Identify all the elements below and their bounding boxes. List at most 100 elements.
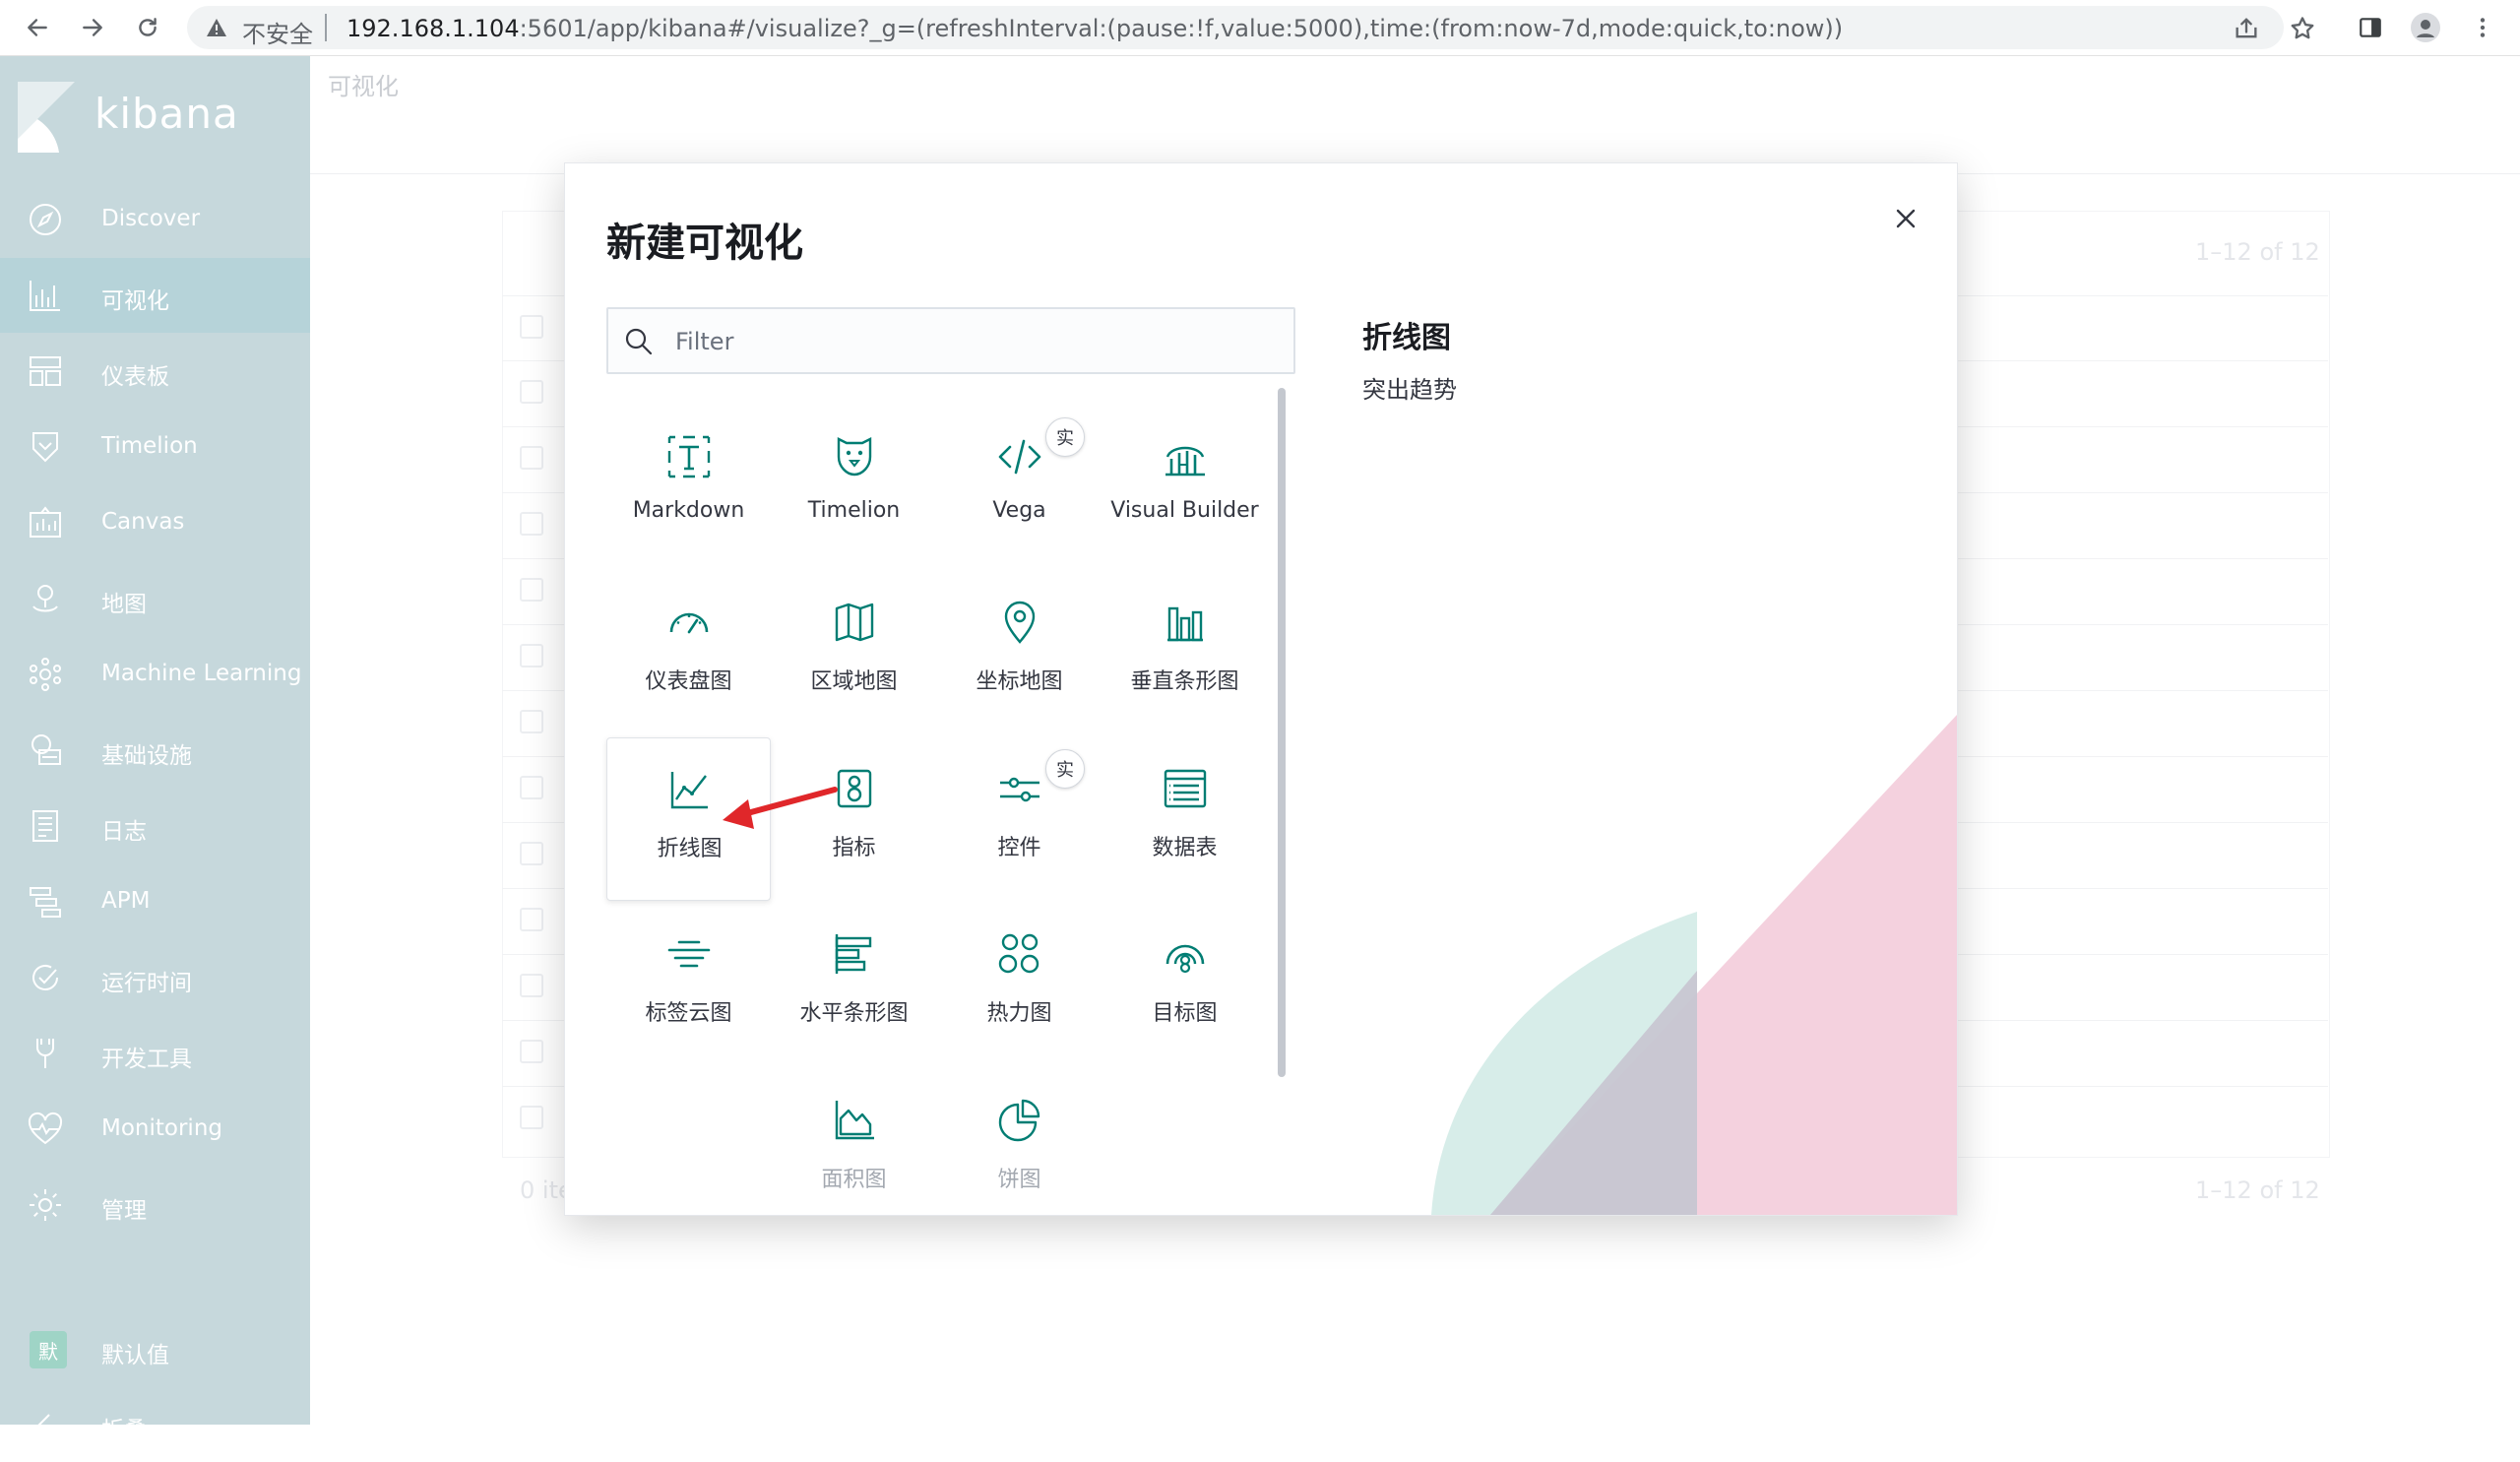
share-icon[interactable] (2233, 15, 2260, 42)
viz-type-label: 数据表 (1152, 836, 1218, 860)
viz-type-pie[interactable]: 饼图 (937, 1069, 1102, 1215)
dashboard-icon (30, 356, 61, 386)
row-checkbox[interactable] (520, 974, 543, 997)
sidebar-item-discover[interactable]: Discover (0, 182, 310, 257)
sidebar-item-maps[interactable]: 地图 (0, 561, 310, 636)
row-checkbox[interactable] (520, 380, 543, 404)
metric-icon (837, 769, 872, 808)
avatar-icon (2411, 13, 2440, 42)
timelion-icon (32, 432, 58, 463)
kibana-sidebar: kibana Discover 可视化 仪表板 Timelion Canvas … (0, 56, 310, 1443)
viz-type-label: 控件 (997, 836, 1041, 860)
viz-type-metric[interactable]: 指标 (772, 737, 936, 901)
row-checkbox[interactable] (520, 908, 543, 931)
viz-type-controls[interactable]: 实 控件 (937, 737, 1102, 901)
pie-chart-icon (998, 1099, 1040, 1142)
viz-type-visual-builder[interactable]: Visual Builder (1102, 406, 1267, 569)
row-checkbox[interactable] (520, 578, 543, 602)
bookmark-star-icon[interactable] (2289, 15, 2316, 42)
viz-type-area[interactable]: 面积图 (772, 1069, 936, 1215)
sidebar-item-monitoring[interactable]: Monitoring (0, 1092, 310, 1167)
browser-menu-button[interactable] (2467, 12, 2498, 43)
collapse-label: 折叠 (101, 1418, 147, 1443)
address-bar[interactable]: 不安全 192.168.1.104:5601/app/kibana#/visua… (187, 6, 2284, 49)
row-checkbox[interactable] (520, 710, 543, 733)
forward-button[interactable] (77, 12, 108, 43)
sidebar-collapse-button[interactable]: 折叠 (0, 1387, 310, 1462)
sidebar-item-infrastructure[interactable]: 基础设施 (0, 713, 310, 788)
devtools-icon (36, 1039, 54, 1068)
profile-button[interactable] (2410, 12, 2441, 43)
viz-type-coordinate-map[interactable]: 坐标地图 (937, 571, 1102, 734)
sidebar-item-label: Timelion (101, 433, 198, 459)
decorative-illustration (1431, 715, 1957, 1215)
sidebar-item-dashboard[interactable]: 仪表板 (0, 334, 310, 409)
infrastructure-icon (32, 734, 61, 765)
sidebar-item-canvas[interactable]: Canvas (0, 485, 310, 560)
row-checkbox[interactable] (520, 446, 543, 470)
new-visualization-modal: 新建可视化 Markdown Timelion 实 Vega Visual Bu… (564, 162, 1958, 1216)
maps-icon (32, 585, 58, 612)
viz-type-goal[interactable]: 目标图 (1102, 903, 1267, 1066)
sidebar-item-label: Discover (101, 206, 201, 231)
viz-type-vega[interactable]: 实 Vega (937, 406, 1102, 569)
close-icon[interactable] (1890, 203, 1922, 234)
back-button[interactable] (22, 12, 53, 43)
viz-type-label: Timelion (807, 498, 901, 523)
sidebar-item-apm[interactable]: APM (0, 864, 310, 939)
sidebar-item-management[interactable]: 管理 (0, 1168, 310, 1242)
sidebar-item-label: 地图 (101, 592, 147, 617)
viz-type-label: 仪表盘图 (645, 669, 732, 694)
sidebar-item-timelion[interactable]: Timelion (0, 410, 310, 484)
filter-input[interactable] (673, 323, 1268, 360)
url-text[interactable]: 192.168.1.104:5601/app/kibana#/visualize… (346, 15, 1843, 42)
viz-type-heatmap[interactable]: 热力图 (937, 903, 1102, 1066)
arrow-right-icon (83, 19, 102, 36)
sidebar-item-devtools[interactable]: 开发工具 (0, 1016, 310, 1091)
divider (325, 14, 327, 41)
sidebar-item-label: 管理 (101, 1198, 147, 1224)
goal-icon (1166, 944, 1205, 974)
kebab-menu-icon (2480, 18, 2486, 37)
gear-icon (30, 1189, 61, 1221)
viz-type-markdown[interactable]: Markdown (606, 406, 771, 569)
row-checkbox[interactable] (520, 512, 543, 536)
viz-type-tag-cloud[interactable]: 标签云图 (606, 903, 771, 1066)
viz-type-label: Markdown (632, 498, 745, 523)
viz-type-line[interactable]: 折线图 (606, 737, 771, 901)
sidebar-space-selector[interactable]: 默 默认值 (0, 1312, 310, 1387)
security-label[interactable]: 不安全 (242, 15, 313, 49)
row-checkbox[interactable] (520, 315, 543, 339)
row-checkbox[interactable] (520, 776, 543, 799)
viz-type-timelion[interactable]: Timelion (772, 406, 936, 569)
viz-type-region-map[interactable]: 区域地图 (772, 571, 936, 734)
viz-type-data-table[interactable]: 数据表 (1102, 737, 1267, 901)
viz-type-label: 折线图 (657, 837, 723, 861)
sidebar-item-label: 可视化 (101, 288, 169, 314)
canvas-icon (30, 506, 61, 538)
sidebar-item-label: 仪表板 (101, 364, 169, 390)
gauge-icon (669, 612, 709, 634)
viz-type-vertical-bar[interactable]: 垂直条形图 (1102, 571, 1267, 734)
sidebar-item-visualize[interactable]: 可视化 (0, 258, 310, 333)
scrollbar[interactable] (1278, 388, 1286, 1077)
code-icon (998, 439, 1041, 475)
sidebar-item-uptime[interactable]: 运行时间 (0, 940, 310, 1015)
row-checkbox[interactable] (520, 1106, 543, 1129)
breadcrumb[interactable]: 可视化 (328, 67, 399, 101)
viz-type-label: 热力图 (986, 1001, 1052, 1026)
reload-button[interactable] (132, 12, 163, 43)
viz-type-label: 饼图 (997, 1168, 1041, 1192)
table-icon (1164, 769, 1207, 808)
sidebar-item-machine-learning[interactable]: Machine Learning (0, 637, 310, 712)
viz-type-horizontal-bar[interactable]: 水平条形图 (772, 903, 936, 1066)
row-checkbox[interactable] (520, 842, 543, 865)
viz-type-gauge[interactable]: 仪表盘图 (606, 571, 771, 734)
row-checkbox[interactable] (520, 644, 543, 667)
row-checkbox[interactable] (520, 1040, 543, 1063)
filter-field[interactable] (606, 307, 1295, 374)
sidebar-item-logs[interactable]: 日志 (0, 789, 310, 863)
side-panel-button[interactable] (2355, 12, 2386, 43)
area-chart-icon (835, 1101, 874, 1140)
heatmap-icon (998, 933, 1040, 974)
